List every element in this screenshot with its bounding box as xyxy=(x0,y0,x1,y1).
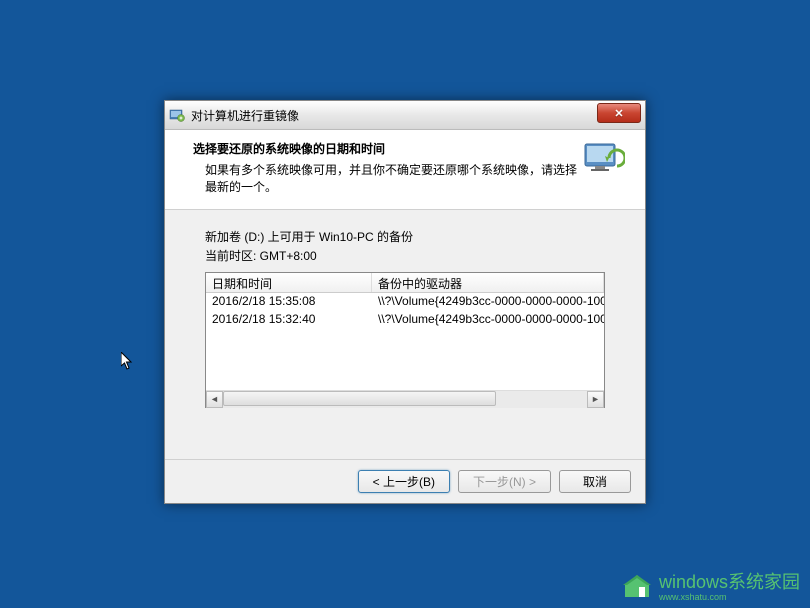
cell-drives: \\?\Volume{4249b3cc-0000-0000-0000-10000… xyxy=(372,311,604,329)
chevron-right-icon: ► xyxy=(591,394,600,404)
titlebar-text: 对计算机进行重镜像 xyxy=(191,107,299,124)
reimage-dialog: 对计算机进行重镜像 ✕ 选择要还原的系统映像的日期和时间 如果有多个系统映像可用… xyxy=(164,100,646,504)
cell-drives: \\?\Volume{4249b3cc-0000-0000-0000-10000… xyxy=(372,293,604,311)
titlebar[interactable]: 对计算机进行重镜像 ✕ xyxy=(165,101,645,130)
watermark-text: windows系统家园 xyxy=(659,568,800,594)
backup-location-label: 新加卷 (D:) 上可用于 Win10-PC 的备份 xyxy=(205,228,605,245)
next-button: 下一步(N) > xyxy=(458,470,551,493)
column-header-datetime[interactable]: 日期和时间 xyxy=(206,273,372,292)
mouse-cursor xyxy=(121,352,135,372)
header-text: 选择要还原的系统映像的日期和时间 如果有多个系统映像可用，并且你不确定要还原哪个… xyxy=(181,140,581,195)
table-body: 2016/2/18 15:35:08 \\?\Volume{4249b3cc-0… xyxy=(206,293,604,390)
backup-table: 日期和时间 备份中的驱动器 2016/2/18 15:35:08 \\?\Vol… xyxy=(205,272,605,408)
table-header: 日期和时间 备份中的驱动器 xyxy=(206,273,604,293)
header-title: 选择要还原的系统映像的日期和时间 xyxy=(193,140,581,157)
watermark: windows系统家园 www.xshatu.com xyxy=(621,568,800,602)
watermark-text-block: windows系统家园 www.xshatu.com xyxy=(659,568,800,602)
button-bar: < 上一步(B) 下一步(N) > 取消 xyxy=(165,459,645,503)
scroll-left-button[interactable]: ◄ xyxy=(206,391,223,408)
table-row[interactable]: 2016/2/18 15:32:40 \\?\Volume{4249b3cc-0… xyxy=(206,311,604,329)
chevron-left-icon: ◄ xyxy=(210,394,219,404)
cell-datetime: 2016/2/18 15:32:40 xyxy=(206,311,372,329)
header-subtitle: 如果有多个系统映像可用，并且你不确定要还原哪个系统映像，请选择最新的一个。 xyxy=(193,161,581,195)
back-button[interactable]: < 上一步(B) xyxy=(358,470,450,493)
monitor-restore-icon xyxy=(581,140,625,180)
header-section: 选择要还原的系统映像的日期和时间 如果有多个系统映像可用，并且你不确定要还原哪个… xyxy=(165,130,645,210)
horizontal-scrollbar[interactable]: ◄ ► xyxy=(206,390,604,407)
cell-datetime: 2016/2/18 15:35:08 xyxy=(206,293,372,311)
app-icon xyxy=(169,107,185,123)
table-row[interactable]: 2016/2/18 15:35:08 \\?\Volume{4249b3cc-0… xyxy=(206,293,604,311)
watermark-logo-icon xyxy=(621,571,653,599)
close-icon: ✕ xyxy=(614,107,623,120)
scroll-track[interactable] xyxy=(223,391,587,408)
column-header-drives[interactable]: 备份中的驱动器 xyxy=(372,273,604,292)
timezone-label: 当前时区: GMT+8:00 xyxy=(205,247,605,264)
content-section: 新加卷 (D:) 上可用于 Win10-PC 的备份 当前时区: GMT+8:0… xyxy=(165,210,645,418)
scroll-thumb[interactable] xyxy=(223,391,496,406)
scroll-right-button[interactable]: ► xyxy=(587,391,604,408)
cancel-button[interactable]: 取消 xyxy=(559,470,631,493)
close-button[interactable]: ✕ xyxy=(597,103,641,123)
